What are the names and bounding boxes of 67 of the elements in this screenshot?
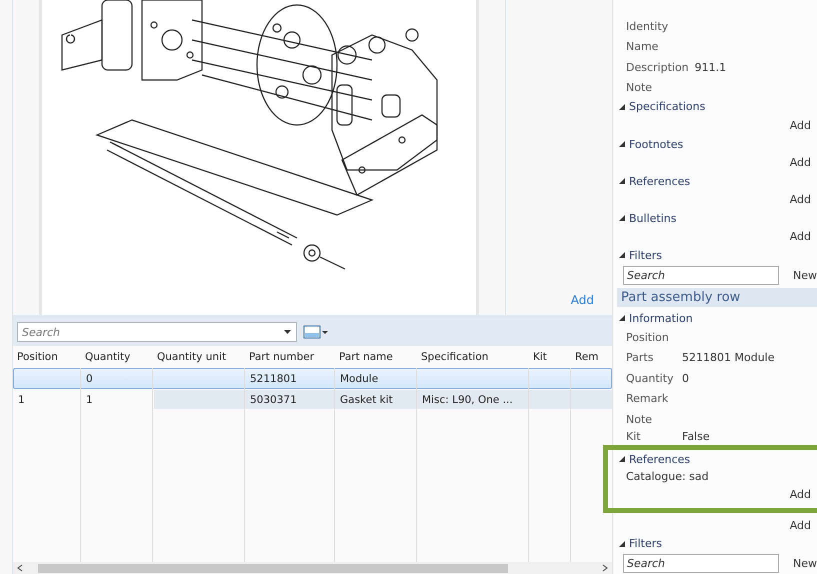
- section-toggle[interactable]: Footnotes: [619, 138, 684, 151]
- property-label: Parts: [626, 351, 654, 364]
- search-combo-field[interactable]: Search: [17, 322, 297, 342]
- table-cell-text: 5211801: [249, 372, 298, 386]
- section-toggle[interactable]: References: [619, 174, 690, 188]
- section-toggle[interactable]: Bulletins: [619, 212, 676, 225]
- expanded-arrow-icon: [619, 141, 625, 148]
- section-toggle[interactable]: Filters: [619, 248, 662, 262]
- table-cell: Gasket kit: [336, 390, 418, 409]
- table-cell-text: Module: [339, 372, 380, 386]
- add-link[interactable]: Add: [570, 293, 594, 307]
- layout-menu-icon[interactable]: [303, 324, 329, 340]
- column-header[interactable]: Quantity unit: [153, 351, 245, 363]
- column-header[interactable]: Specification: [417, 351, 529, 363]
- section-toggle[interactable]: Specifications: [619, 100, 706, 114]
- scrollbar-thumb[interactable]: [38, 564, 508, 572]
- property-label: Remark: [626, 392, 670, 406]
- table-cell: 5030371: [246, 390, 336, 409]
- table-cell-text: 1: [85, 392, 94, 408]
- property-label: Description: [626, 60, 689, 74]
- column-header[interactable]: Kit: [529, 351, 571, 363]
- section-toggle[interactable]: References: [619, 452, 690, 466]
- property-value: False: [682, 430, 710, 443]
- filter-search-field[interactable]: Search: [623, 554, 779, 573]
- expanded-arrow-icon: [619, 315, 625, 322]
- dropdown-caret-icon: [284, 330, 291, 334]
- add-button[interactable]: Add: [784, 118, 817, 133]
- column-header[interactable]: Quantity: [81, 351, 153, 363]
- column-header[interactable]: Part name: [335, 351, 417, 363]
- reference-text: Catalogue: sad: [626, 470, 709, 483]
- table-cell-text: 0: [85, 372, 94, 386]
- expanded-arrow-icon: [619, 252, 625, 258]
- scroll-left-icon[interactable]: [16, 564, 24, 572]
- section-toggle[interactable]: Information: [619, 312, 693, 325]
- add-button[interactable]: Add: [784, 518, 817, 533]
- column-header[interactable]: Position: [13, 351, 81, 363]
- property-label: Name: [626, 40, 660, 54]
- expanded-arrow-icon: [619, 456, 625, 462]
- property-label: Note: [626, 81, 654, 94]
- table-cell: Misc: L90, One ...: [418, 390, 530, 409]
- table-cell-text: 1: [17, 392, 26, 408]
- add-button[interactable]: Add: [784, 229, 817, 244]
- property-label: Quantity: [626, 372, 675, 385]
- expanded-arrow-icon: [619, 104, 625, 110]
- table-row[interactable]: 0 5211801 Module: [13, 368, 612, 389]
- property-label: Kit: [626, 430, 642, 443]
- scroll-right-icon[interactable]: [601, 564, 609, 572]
- new-button[interactable]: New: [787, 268, 817, 283]
- column-header[interactable]: Part number: [245, 351, 335, 363]
- expanded-arrow-icon: [619, 215, 625, 222]
- table-row[interactable]: 1 1 5030371 Gasket kit Misc: L90, One ...: [13, 389, 612, 410]
- expanded-arrow-icon: [619, 540, 625, 547]
- column-header[interactable]: Rem: [571, 351, 613, 363]
- filter-search-field[interactable]: Search: [623, 266, 779, 285]
- new-button[interactable]: New: [787, 556, 817, 571]
- section-header: Part assembly row: [617, 288, 817, 308]
- property-value: 911.1: [694, 60, 726, 74]
- add-button[interactable]: Add: [784, 486, 817, 502]
- property-label: Identity: [626, 20, 670, 33]
- property-label: Note: [626, 412, 654, 426]
- property-label: Position: [626, 330, 670, 344]
- add-button[interactable]: Add: [784, 192, 817, 208]
- section-toggle[interactable]: Filters: [619, 537, 662, 550]
- expanded-arrow-icon: [619, 178, 625, 184]
- property-value: 5211801 Module: [682, 351, 774, 364]
- property-value: 0: [682, 372, 689, 385]
- add-button[interactable]: Add: [784, 155, 817, 170]
